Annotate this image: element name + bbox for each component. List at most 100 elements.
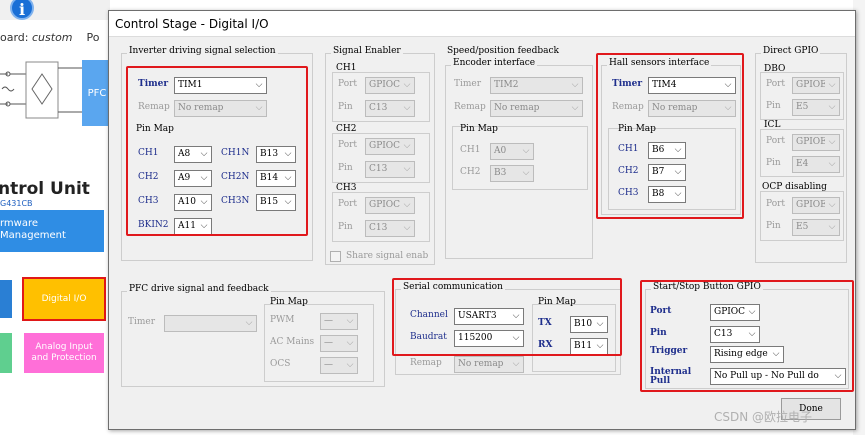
pin-select-ch3n[interactable]: B15 ⌵ [256,194,296,211]
inverter-timer-label: Timer [138,79,169,89]
chevron-down-icon: ⌵ [400,139,414,154]
hall-ch2-select[interactable]: B7 ⌵ [648,164,686,181]
pfc-pwm-select[interactable]: — ⌵ [320,313,358,330]
direct-gpio-group: Direct GPIO DBO Port GPIOE ⌵ Pin E5 ⌵ ICL … [755,46,847,263]
startstop-pin-select[interactable]: C13 ⌵ [710,326,760,343]
chevron-down-icon: ⌵ [825,78,839,93]
serial-rx-select[interactable]: B11 ⌵ [570,338,608,355]
icl-port-select[interactable]: GPIOE ⌵ [792,134,840,151]
pin-label-ch3: CH3 [138,196,159,206]
firmware-management-tile[interactable]: rmware Management [0,210,104,252]
pfc-group-title: PFC drive signal and feedback [127,284,271,294]
chevron-down-icon: ⌵ [519,166,533,181]
enabler-ch1-pin-select[interactable]: C13 ⌵ [365,100,415,117]
serial-tx-label: TX [538,318,552,328]
ocp-pin-select[interactable]: E5 ⌵ [792,219,840,236]
hall-timer-select[interactable]: TIM4 ⌵ [648,77,736,94]
pin-label-ch2n: CH2N [221,172,250,182]
chevron-down-icon: ⌵ [825,157,839,172]
inverter-group: Inverter driving signal selection Timer … [121,46,313,261]
icl-pin-select[interactable]: E4 ⌵ [792,156,840,173]
chevron-down-icon: ⌵ [568,78,582,93]
enabler-ch3-port-select[interactable]: GPIOC ⌵ [365,197,415,214]
chevron-down-icon: ⌵ [252,78,266,93]
encoder-timer-label: Timer [454,79,482,89]
chevron-down-icon: ⌵ [281,147,295,162]
hall-ch3-select[interactable]: B8 ⌵ [648,186,686,203]
dbo-pin-label: Pin [766,101,781,111]
startstop-trigger-select[interactable]: Rising edge ⌵ [710,346,784,363]
enabler-ch3-pin-select[interactable]: C13 ⌵ [365,220,415,237]
pin-select-ch1[interactable]: A8 ⌵ [174,146,212,163]
hall-ch1-label: CH1 [618,144,639,154]
chevron-down-icon: ⌵ [721,78,735,93]
chevron-down-icon: ⌵ [197,195,211,210]
encoder-ch1-select[interactable]: A0 ⌵ [490,143,534,160]
enabler-ch2-port-select[interactable]: GPIOC ⌵ [365,138,415,155]
ocp-port-select[interactable]: GPIOE ⌵ [792,197,840,214]
serial-channel-select[interactable]: USART3 ⌵ [454,308,524,325]
pin-select-bkin2[interactable]: A11 ⌵ [174,218,212,235]
tile-left-blue[interactable] [0,280,12,318]
pfc-timer-select[interactable]: ⌵ [164,315,257,332]
po-text: Po [86,31,100,44]
pin-select-ch2n[interactable]: B14 ⌵ [256,170,296,187]
encoder-ch2-select[interactable]: B3 ⌵ [490,165,534,182]
chevron-down-icon: ⌵ [671,165,685,180]
chevron-down-icon: ⌵ [519,144,533,159]
hall-timer-label: Timer [612,79,643,89]
chevron-down-icon: ⌵ [197,171,211,186]
chevron-down-icon: ⌵ [400,221,414,236]
digital-io-tile[interactable]: Digital I/O [22,277,106,321]
inverter-timer-select[interactable]: TIM1 ⌵ [174,77,267,94]
serial-tx-select[interactable]: B10 ⌵ [570,316,608,333]
serial-pinmap-title: Pin Map [538,297,576,307]
chevron-down-icon: ⌵ [197,219,211,234]
pfc-timer-label: Timer [128,317,156,327]
share-signal-checkbox[interactable] [330,251,341,262]
chevron-down-icon: ⌵ [252,101,266,116]
serial-remap-select[interactable]: No remap ⌵ [454,356,524,373]
chevron-down-icon: ⌵ [400,162,414,177]
chevron-down-icon: ⌵ [745,305,759,320]
startstop-port-select[interactable]: GPIOC ⌵ [710,304,760,321]
ocp-pin-label: Pin [766,221,781,231]
hall-remap-select[interactable]: No remap ⌵ [648,100,736,117]
dbo-pin-select[interactable]: E5 ⌵ [792,99,840,116]
encoder-timer-select[interactable]: TIM2 ⌵ [490,77,583,94]
dbo-port-select[interactable]: GPIOE ⌵ [792,77,840,94]
chevron-down-icon: ⌵ [343,336,357,351]
dialog-title: Control Stage - Digital I/O [109,11,855,37]
signal-enabler-title: Signal Enabler [331,46,403,56]
startstop-group: Start/Stop Button GPIO Port GPIOC ⌵ Pin C… [645,282,849,389]
pfc-ocs-select[interactable]: — ⌵ [320,357,358,374]
enabler-ch3-port-label: Port [338,199,358,209]
analog-input-tile[interactable]: Analog Input and Protection [24,333,104,373]
chevron-down-icon: ⌵ [745,327,759,342]
hall-ch1-select[interactable]: B6 ⌵ [648,142,686,159]
enabler-ch3-pin-label: Pin [338,222,353,232]
pin-label-ch1n: CH1N [221,148,250,158]
startstop-pin-label: Pin [650,328,667,338]
tile-left-green[interactable] [0,333,12,373]
encoder-remap-select[interactable]: No remap ⌵ [490,100,583,117]
pin-select-ch2[interactable]: A9 ⌵ [174,170,212,187]
chevron-down-icon: ⌵ [281,171,295,186]
inverter-remap-select[interactable]: No remap ⌵ [174,100,267,117]
pin-select-ch1n[interactable]: B13 ⌵ [256,146,296,163]
enabler-ch2-pin-select[interactable]: C13 ⌵ [365,161,415,178]
pin-select-ch3[interactable]: A10 ⌵ [174,194,212,211]
startstop-pull-select[interactable]: No Pull up - No Pull do ⌵ [710,368,846,385]
chevron-down-icon: ⌵ [769,347,783,362]
inverter-pinmap-group: Pin Map CH1 A8 ⌵ CH2 A9 ⌵ CH3 A10 ⌵ BKIN2 A… [134,122,304,240]
inverter-group-title: Inverter driving signal selection [127,46,278,56]
serial-baud-select[interactable]: 115200 ⌵ [454,330,524,347]
encoder-title: Encoder interface [451,58,538,68]
board-prefix: oard: [0,31,32,44]
enabler-ch1-port-select[interactable]: GPIOC ⌵ [365,77,415,94]
chevron-down-icon: ⌵ [242,316,256,331]
pfc-ac-select[interactable]: — ⌵ [320,335,358,352]
startstop-title: Start/Stop Button GPIO [651,282,763,292]
enabler-ch2-port-label: Port [338,140,358,150]
chevron-down-icon: ⌵ [197,147,211,162]
